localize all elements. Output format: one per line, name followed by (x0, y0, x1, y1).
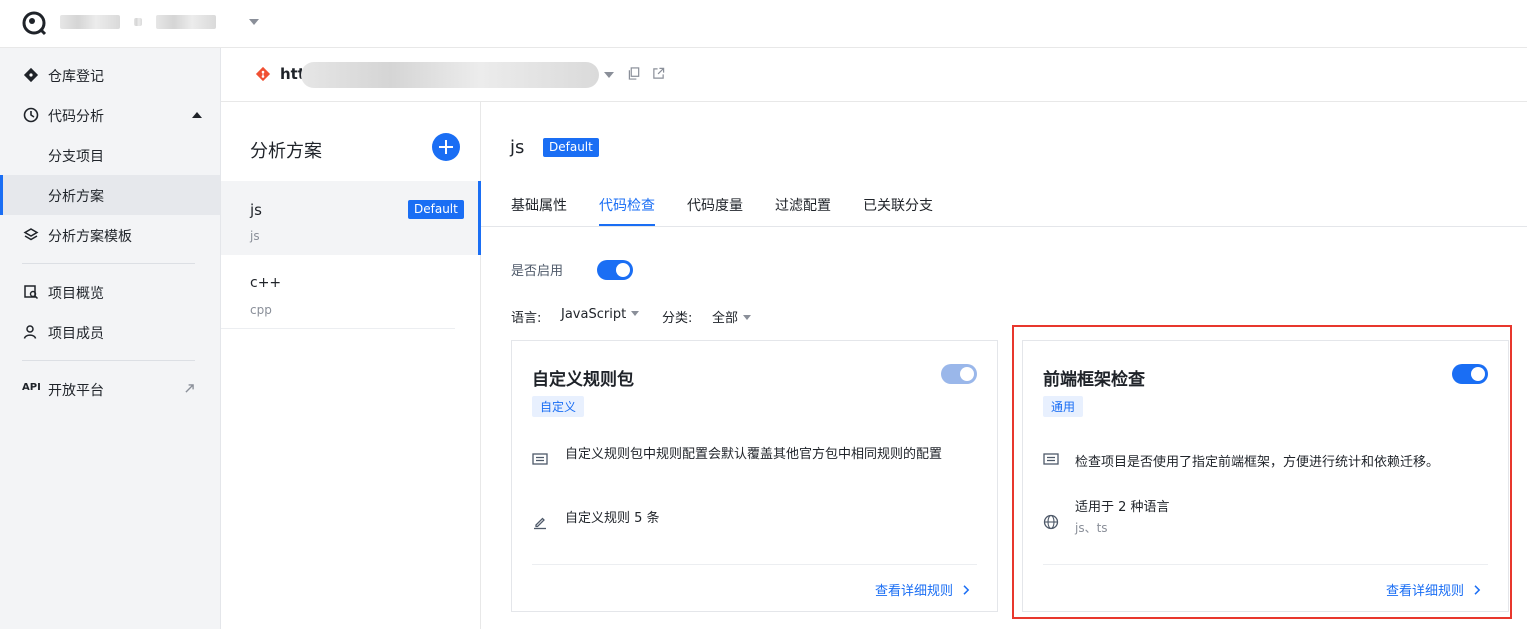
card-divider (532, 564, 977, 565)
tab-code-metrics[interactable]: 代码度量 (687, 195, 743, 215)
category-filter-value: 全部 (712, 311, 739, 326)
sidebar: 仓库登记 代码分析 分支项目 分析方案 分析方案模板 项目概览 项目成员 API… (0, 48, 221, 629)
separator-blurred (134, 18, 142, 26)
supported-languages-list: js、ts (1075, 521, 1108, 535)
sidebar-item-label: 代码分析 (48, 109, 104, 125)
edit-icon (534, 517, 546, 530)
rule-package-card-frontend-framework: 前端框架检查 通用 检查项目是否使用了指定前端框架，方便进行统计和依赖迁移。 适… (1022, 340, 1509, 612)
category-filter-select[interactable]: 全部 (712, 307, 752, 326)
sidebar-divider (22, 360, 195, 361)
detail-tabs: 基础属性 代码检查 代码度量 过滤配置 已关联分支 (481, 180, 1527, 227)
sidebar-item-label: 分析方案 (48, 189, 104, 205)
enable-label: 是否启用 (511, 264, 564, 279)
git-diamond-icon (23, 67, 39, 83)
chevron-right-icon (1474, 585, 1481, 595)
view-rules-link[interactable]: 查看详细规则 (1386, 580, 1481, 599)
project-switch-chevron-down-icon[interactable] (249, 19, 259, 25)
default-badge: Default (408, 200, 464, 219)
default-badge: Default (543, 138, 599, 157)
scheme-language: cpp (250, 303, 272, 317)
overview-icon (24, 285, 39, 300)
open-external-icon[interactable] (652, 67, 665, 80)
sidebar-item-scheme-templates[interactable]: 分析方案模板 (0, 215, 220, 255)
view-rules-link[interactable]: 查看详细规则 (875, 580, 970, 599)
api-icon: API (22, 382, 41, 393)
repo-url-blurred[interactable] (301, 62, 599, 88)
sidebar-item-label: 项目成员 (48, 326, 104, 342)
scheme-list-title: 分析方案 (250, 141, 322, 162)
sidebar-item-branch-projects[interactable]: 分支项目 (0, 135, 220, 175)
sidebar-item-analysis-schemes[interactable]: 分析方案 (0, 175, 220, 215)
language-filter-label: 语言: (511, 311, 542, 326)
tab-filter-config[interactable]: 过滤配置 (775, 195, 831, 215)
language-filter-select[interactable]: JavaScript (561, 307, 640, 322)
active-tab-indicator (599, 224, 655, 226)
chevron-right-icon (963, 585, 970, 595)
category-filter-label: 分类: (662, 311, 693, 326)
repo-select-chevron-down-icon[interactable] (604, 72, 614, 78)
rule-package-card-custom: 自定义规则包 自定义 自定义规则包中规则配置会默认覆盖其他官方包中相同规则的配置… (511, 340, 998, 612)
sidebar-item-label: 仓库登记 (48, 69, 104, 85)
code-analysis-icon (23, 107, 39, 123)
chevron-down-icon (743, 315, 752, 320)
card-description: 检查项目是否使用了指定前端框架，方便进行统计和依赖迁移。 (1075, 455, 1440, 470)
description-icon (1043, 453, 1059, 465)
sidebar-item-code-analysis[interactable]: 代码分析 (0, 95, 220, 135)
scheme-item-cpp[interactable]: c++ cpp (221, 255, 455, 329)
sidebar-divider (22, 263, 195, 264)
card-title: 前端框架检查 (1043, 370, 1145, 390)
sidebar-item-project-overview[interactable]: 项目概览 (0, 272, 220, 312)
sidebar-item-label: 分析方案模板 (48, 229, 132, 245)
tab-code-check[interactable]: 代码检查 (599, 195, 655, 215)
custom-rules-count: 自定义规则 5 条 (565, 511, 660, 526)
card-toggle[interactable] (941, 364, 977, 384)
sidebar-item-repo-register[interactable]: 仓库登记 (0, 55, 220, 95)
tab-basic-properties[interactable]: 基础属性 (511, 195, 567, 215)
user-icon (23, 325, 37, 339)
supported-languages-count: 适用于 2 种语言 (1075, 500, 1170, 515)
chevron-up-icon[interactable] (192, 112, 202, 118)
globe-icon (1043, 514, 1059, 530)
view-rules-link-label: 查看详细规则 (875, 584, 954, 599)
enable-toggle[interactable] (597, 260, 633, 280)
description-icon (532, 453, 548, 465)
project-name-blurred[interactable] (156, 15, 216, 29)
scheme-detail-title: js (510, 137, 525, 158)
scheme-list-panel: 分析方案 js js Default c++ cpp (221, 102, 481, 629)
org-name-blurred[interactable] (60, 15, 120, 29)
card-tag: 自定义 (532, 396, 585, 417)
card-toggle[interactable] (1452, 364, 1488, 384)
scheme-name: c++ (250, 275, 282, 291)
add-scheme-button[interactable] (432, 133, 460, 161)
tab-linked-branches[interactable]: 已关联分支 (863, 195, 933, 215)
top-bar (0, 0, 1527, 48)
repo-header: htt (221, 48, 1527, 102)
scheme-language: js (250, 229, 260, 243)
chevron-down-icon (631, 311, 640, 316)
scheme-name: js (250, 201, 262, 219)
scheme-item-js[interactable]: js js Default (221, 181, 481, 255)
language-filter-value: JavaScript (561, 307, 627, 322)
card-divider (1043, 564, 1488, 565)
sidebar-item-project-members[interactable]: 项目成员 (0, 312, 220, 352)
card-title: 自定义规则包 (532, 370, 634, 390)
card-description: 自定义规则包中规则配置会默认覆盖其他官方包中相同规则的配置 (565, 447, 943, 462)
copy-icon[interactable] (628, 67, 641, 80)
card-tag: 通用 (1043, 396, 1084, 417)
app-logo-icon[interactable] (22, 11, 48, 37)
sidebar-item-open-platform[interactable]: API 开放平台 (0, 369, 220, 409)
sidebar-item-label: 分支项目 (48, 149, 104, 165)
view-rules-link-label: 查看详细规则 (1386, 584, 1465, 599)
external-link-icon (185, 384, 194, 393)
sidebar-item-label: 开放平台 (48, 383, 104, 399)
layers-icon (23, 228, 39, 241)
sidebar-item-label: 项目概览 (48, 286, 104, 302)
git-repo-icon (255, 66, 271, 82)
